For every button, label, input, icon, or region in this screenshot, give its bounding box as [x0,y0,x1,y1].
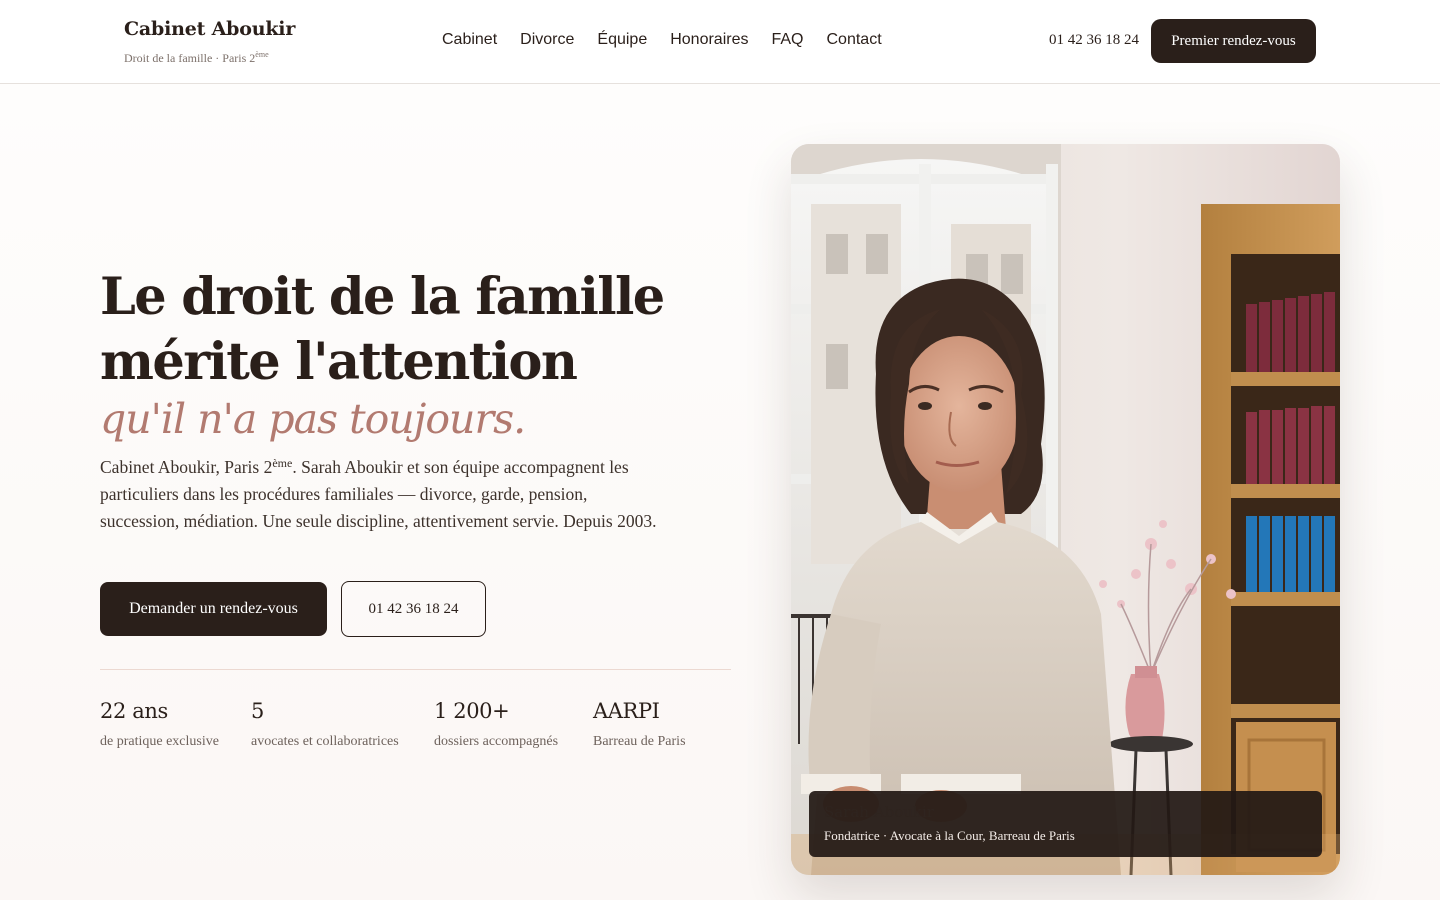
brand-tagline-sup: ème [255,50,269,59]
stat-label: dossiers accompagnés [434,734,559,749]
founder-photo: Sarah Aboukir Fondatrice · Avocate à la … [791,144,1340,875]
nav-link-equipe[interactable]: Équipe [597,30,647,50]
founder-portrait-illustration [791,144,1340,875]
first-appointment-button[interactable]: Premier rendez-vous [1151,19,1316,63]
request-appointment-button[interactable]: Demander un rendez-vous [100,582,327,636]
hero-title: Le droit de la famille mérite l'attentio… [100,265,740,395]
stat-label: Barreau de Paris [593,734,686,749]
hero-accent-line: qu'il n'a pas toujours. [100,395,526,443]
hero-section: Le droit de la famille mérite l'attentio… [0,84,1440,900]
hero-description: Cabinet Aboukir, Paris 2ème. Sarah Abouk… [100,454,660,535]
call-phone-button[interactable]: 01 42 36 18 24 [341,581,486,637]
header-phone-link[interactable]: 01 42 36 18 24 [1049,31,1139,49]
hero-title-line2: mérite l'attention [100,332,578,392]
hero-title-line1: Le droit de la famille [100,267,665,327]
hero-description-part1: Cabinet Aboukir, Paris 2 [100,457,273,477]
stat-team: 5 avocates et collaboratrices [251,697,399,751]
caption-role: Fondatrice · Avocate à la Cour, Barreau … [824,828,1075,843]
nav-link-divorce[interactable]: Divorce [520,30,574,50]
stat-label: avocates et collaboratrices [251,734,399,749]
stat-value: 22 ans [100,699,168,723]
nav-link-cabinet[interactable]: Cabinet [442,30,497,50]
hero-divider [100,669,731,670]
hero-description-sup: ème [272,456,293,470]
brand[interactable]: Cabinet Aboukir Droit de la famille · Pa… [124,16,295,66]
stat-value: 1 200+ [434,699,510,723]
caption-name: Sarah Aboukir [824,803,934,821]
nav-link-honoraires[interactable]: Honoraires [670,30,748,50]
nav-link-contact[interactable]: Contact [827,30,882,50]
stats-row: 22 ans de pratique exclusive 5 avocates … [100,697,740,757]
stat-value: AARPI [593,699,660,723]
brand-name[interactable]: Cabinet Aboukir [124,16,295,42]
stat-bar: AARPI Barreau de Paris [593,697,686,751]
site-header: Cabinet Aboukir Droit de la famille · Pa… [0,0,1440,84]
stat-cases: 1 200+ dossiers accompagnés [434,697,558,751]
stat-value: 5 [251,699,264,723]
photo-caption: Sarah Aboukir Fondatrice · Avocate à la … [809,791,1322,857]
stat-label: de pratique exclusive [100,734,219,749]
brand-tagline-text: Droit de la famille · Paris 2 [124,51,256,65]
main-nav: Cabinet Divorce Équipe Honoraires FAQ Co… [442,30,882,50]
brand-tagline: Droit de la famille · Paris 2ème [124,47,295,66]
nav-link-faq[interactable]: FAQ [771,30,803,50]
stat-experience: 22 ans de pratique exclusive [100,697,219,751]
